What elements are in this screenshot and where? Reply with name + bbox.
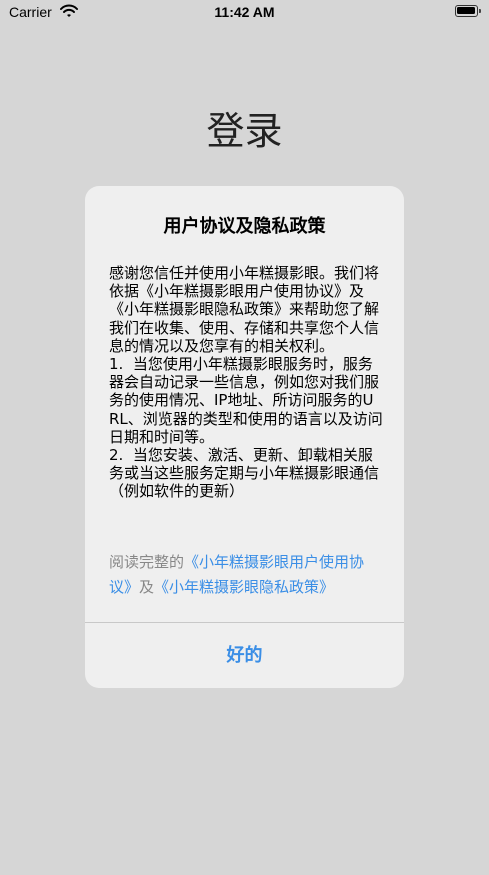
privacy-policy-link[interactable]: 《小年糕摄影眼隐私政策》 — [154, 578, 334, 596]
read-full-text: 阅读完整的《小年糕摄影眼用户使用协议》及《小年糕摄影眼隐私政策》 — [109, 550, 385, 600]
agreement-paragraph: 2. 当您安装、激活、更新、卸载相关服务或当这些服务定期与小年糕摄影眼通信（例如… — [109, 446, 380, 501]
status-bar: Carrier 11:42 AM — [0, 0, 489, 26]
ok-button[interactable]: 好的 — [85, 623, 404, 688]
read-prefix: 阅读完整的 — [109, 553, 185, 571]
agreement-text[interactable]: 感谢您信任并使用小年糕摄影眼。我们将依据《小年糕摄影眼用户使用协议》及《小年糕摄… — [109, 264, 383, 538]
privacy-dialog: 用户协议及隐私政策 感谢您信任并使用小年糕摄影眼。我们将依据《小年糕摄影眼用户使… — [85, 186, 404, 688]
clock: 11:42 AM — [214, 4, 275, 20]
page-title: 登录 — [206, 109, 283, 153]
agreement-paragraph: 感谢您信任并使用小年糕摄影眼。我们将依据《小年糕摄影眼用户使用协议》及《小年糕摄… — [109, 264, 380, 355]
battery-icon — [455, 5, 481, 17]
conjunction-label: 及 — [139, 578, 155, 596]
agreement-paragraph: 1. 当您使用小年糕摄影眼服务时，服务器会自动记录一些信息，例如您对我们服务的使… — [109, 355, 383, 446]
dialog-title: 用户协议及隐私政策 — [163, 216, 326, 237]
